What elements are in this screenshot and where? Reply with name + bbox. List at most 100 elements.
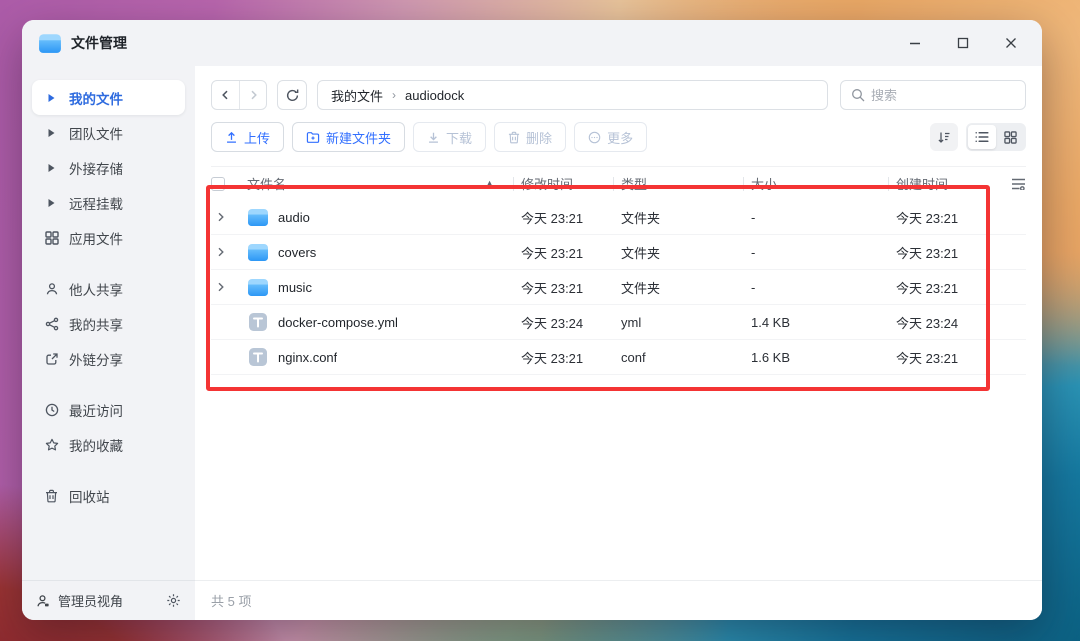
- file-name[interactable]: music: [278, 280, 312, 295]
- sidebar-item-remote-mount[interactable]: 远程挂载: [32, 185, 185, 220]
- modified-time: 今天 23:24: [513, 313, 613, 332]
- sidebar-item-my-files[interactable]: 我的文件: [32, 80, 185, 115]
- file-type: conf: [613, 350, 743, 365]
- folder-icon: [247, 207, 269, 227]
- created-time: 今天 23:24: [888, 313, 992, 332]
- more-button[interactable]: 更多: [574, 122, 647, 152]
- file-name[interactable]: docker-compose.yml: [278, 315, 398, 330]
- user-icon: [43, 282, 60, 296]
- sort-descending-icon: [937, 131, 951, 144]
- created-time: 今天 23:21: [888, 243, 992, 262]
- external-link-icon: [43, 352, 60, 366]
- created-time: 今天 23:21: [888, 278, 992, 297]
- file-table: 文件名 ▲ 修改时间 类型 大小 创建时间 audio 今天: [195, 152, 1042, 580]
- file-name[interactable]: covers: [278, 245, 316, 260]
- breadcrumb: 我的文件 › audiodock: [317, 80, 828, 110]
- table-header-row: 文件名 ▲ 修改时间 类型 大小 创建时间: [211, 166, 1026, 200]
- sidebar-item-external-link-share[interactable]: 外链分享: [32, 341, 185, 376]
- app-title: 文件管理: [71, 33, 127, 53]
- upload-button[interactable]: 上传: [211, 122, 284, 152]
- sort-ascending-icon: ▲: [485, 179, 494, 188]
- view-mode-toggle: [966, 123, 1026, 151]
- item-count: 共 5 项: [211, 591, 251, 610]
- more-icon: [588, 131, 601, 144]
- header-file-name[interactable]: 文件名 ▲: [247, 174, 501, 193]
- grid-view-button[interactable]: [996, 125, 1024, 149]
- maximize-button[interactable]: [950, 30, 976, 56]
- expand-chevron-icon[interactable]: [211, 247, 247, 257]
- sidebar-item-my-shares[interactable]: 我的共享: [32, 306, 185, 341]
- expand-chevron-icon[interactable]: [211, 212, 247, 222]
- select-all-checkbox[interactable]: [211, 177, 225, 191]
- column-settings-icon[interactable]: [992, 178, 1026, 190]
- main-panel: 我的文件 › audiodock 上传 新建文件夹: [195, 66, 1042, 620]
- app-grid-icon: [43, 231, 60, 245]
- sidebar-group-divider: [32, 255, 185, 271]
- trash-icon: [508, 131, 520, 144]
- sidebar-item-recent[interactable]: 最近访问: [32, 392, 185, 427]
- caret-right-icon: [43, 163, 60, 173]
- upload-icon: [225, 131, 238, 144]
- table-row[interactable]: audio 今天 23:21 文件夹 - 今天 23:21: [211, 200, 1026, 235]
- download-button[interactable]: 下载: [413, 122, 486, 152]
- table-row[interactable]: docker-compose.yml 今天 23:24 yml 1.4 KB 今…: [211, 305, 1026, 340]
- header-type[interactable]: 类型: [613, 174, 743, 193]
- file-size: 1.6 KB: [743, 350, 888, 365]
- caret-right-icon: [43, 128, 60, 138]
- sidebar-item-app-files[interactable]: 应用文件: [32, 220, 185, 255]
- sidebar-item-team-files[interactable]: 团队文件: [32, 115, 185, 150]
- close-button[interactable]: [998, 30, 1024, 56]
- file-name[interactable]: audio: [278, 210, 310, 225]
- forward-button[interactable]: [239, 81, 266, 109]
- trash-icon: [43, 489, 60, 503]
- sidebar-item-external-storage[interactable]: 外接存储: [32, 150, 185, 185]
- sidebar-item-recycle-bin[interactable]: 回收站: [32, 478, 185, 513]
- history-nav-group: [211, 80, 267, 110]
- folder-icon: [247, 242, 269, 262]
- delete-button[interactable]: 删除: [494, 122, 566, 152]
- caret-right-icon: [43, 198, 60, 208]
- created-time: 今天 23:21: [888, 348, 992, 367]
- breadcrumb-separator: ›: [392, 88, 396, 102]
- table-row[interactable]: music 今天 23:21 文件夹 - 今天 23:21: [211, 270, 1026, 305]
- admin-user-icon: [36, 594, 50, 608]
- sidebar-item-shared-by-others[interactable]: 他人共享: [32, 271, 185, 306]
- search-input[interactable]: [871, 88, 1015, 103]
- admin-view-label[interactable]: 管理员视角: [58, 591, 123, 610]
- search-icon: [851, 88, 865, 102]
- table-row[interactable]: covers 今天 23:21 文件夹 - 今天 23:21: [211, 235, 1026, 270]
- app-logo-folder-icon: [38, 32, 62, 54]
- file-size: -: [743, 210, 888, 225]
- title-bar: 文件管理: [22, 20, 1042, 66]
- grid-view-icon: [1004, 131, 1017, 144]
- caret-right-icon: [43, 93, 60, 103]
- gear-icon[interactable]: [166, 593, 181, 608]
- breadcrumb-my-files[interactable]: 我的文件: [331, 86, 383, 105]
- sidebar-footer: 管理员视角: [22, 580, 195, 620]
- expand-chevron-icon[interactable]: [211, 282, 247, 292]
- navigation-bar: 我的文件 › audiodock: [195, 66, 1042, 110]
- new-folder-icon: [306, 131, 320, 144]
- header-modified-time[interactable]: 修改时间: [513, 174, 613, 193]
- breadcrumb-audiodock[interactable]: audiodock: [405, 88, 464, 103]
- created-time: 今天 23:21: [888, 208, 992, 227]
- download-icon: [427, 131, 440, 144]
- header-size[interactable]: 大小: [743, 174, 888, 193]
- sidebar-group-divider: [32, 376, 185, 392]
- back-button[interactable]: [212, 81, 239, 109]
- minimize-button[interactable]: [902, 30, 928, 56]
- star-icon: [43, 438, 60, 452]
- sidebar-item-favorites[interactable]: 我的收藏: [32, 427, 185, 462]
- header-created-time[interactable]: 创建时间: [888, 174, 992, 193]
- sort-order-button[interactable]: [930, 123, 958, 151]
- new-folder-button[interactable]: 新建文件夹: [292, 122, 405, 152]
- table-row[interactable]: nginx.conf 今天 23:21 conf 1.6 KB 今天 23:21: [211, 340, 1026, 375]
- file-size: 1.4 KB: [743, 315, 888, 330]
- file-manager-window: 文件管理 我的文件 团队文件 外接存储: [22, 20, 1042, 620]
- list-view-button[interactable]: [968, 125, 996, 149]
- sidebar: 我的文件 团队文件 外接存储 远程挂载 应用文件 他人共享: [22, 66, 195, 620]
- refresh-button[interactable]: [277, 80, 307, 110]
- file-type: 文件夹: [613, 208, 743, 227]
- file-name[interactable]: nginx.conf: [278, 350, 337, 365]
- file-size: -: [743, 280, 888, 295]
